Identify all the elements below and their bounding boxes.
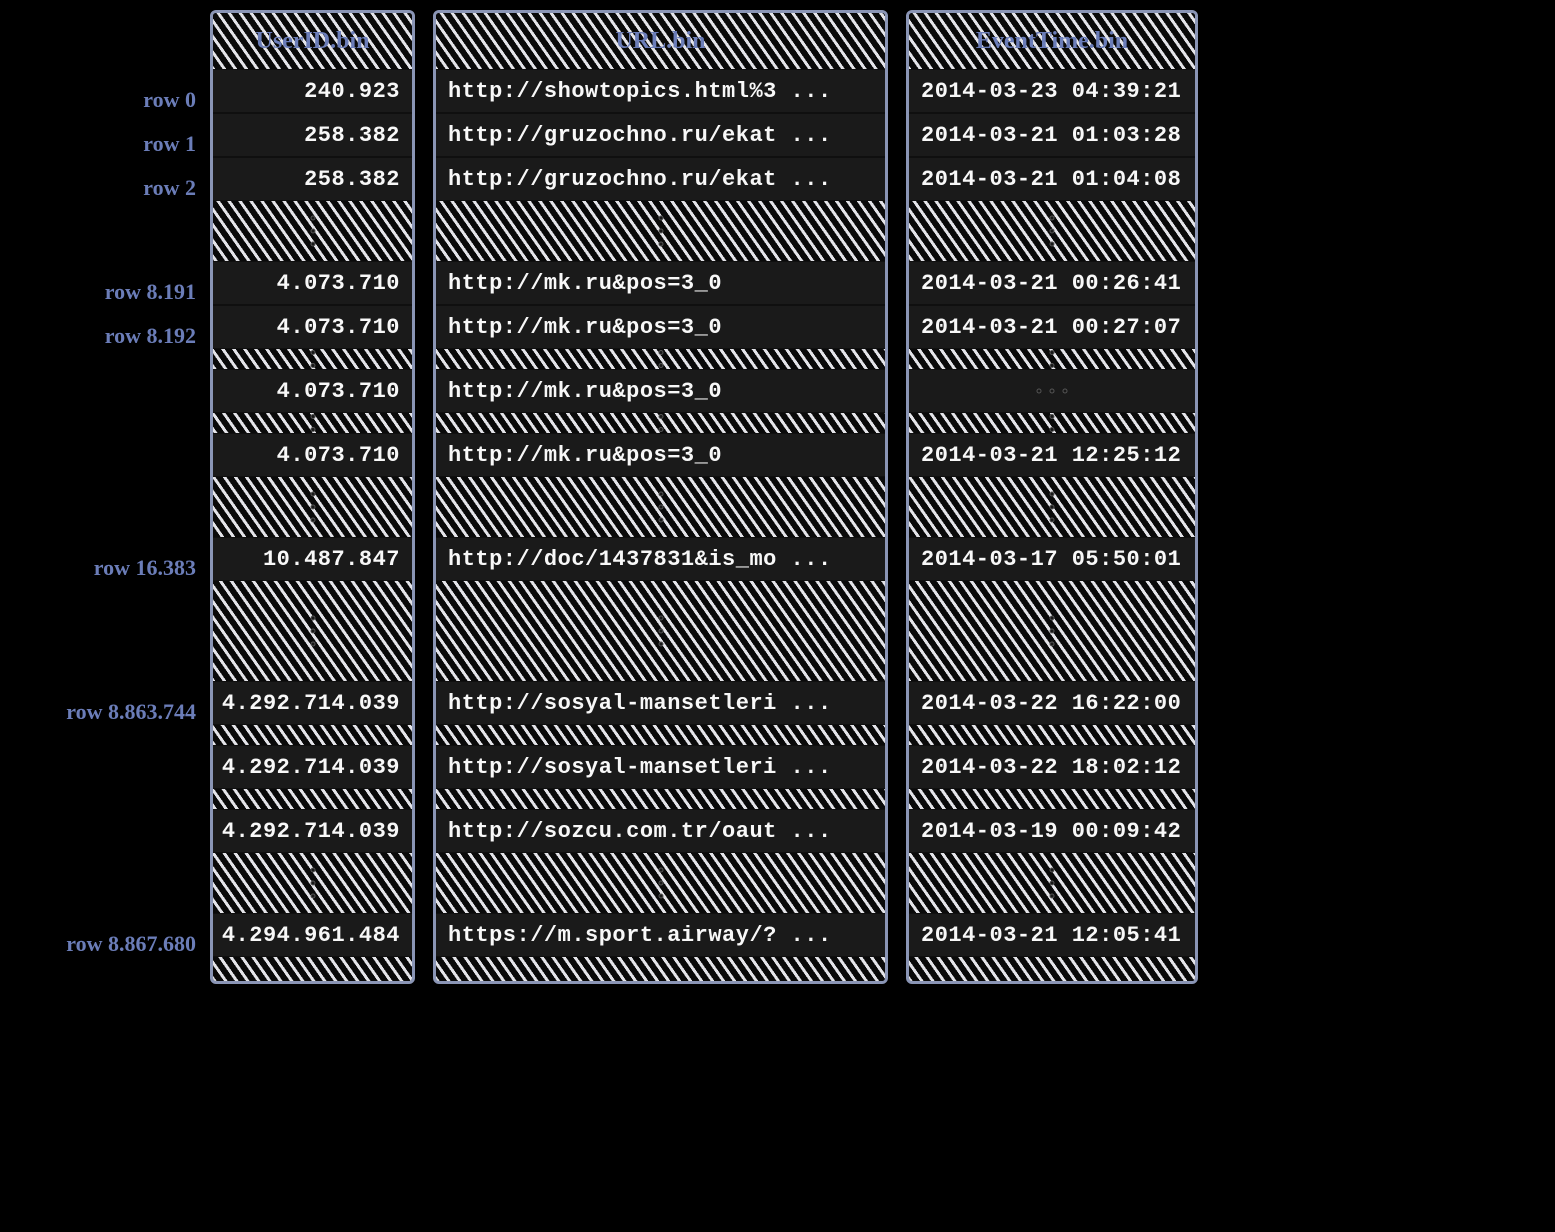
vertical-ellipsis-icon	[1050, 868, 1055, 899]
table-row: 4.073.710	[213, 433, 412, 477]
row-label-16383: row 16.383	[0, 546, 210, 590]
row-label-blank	[0, 754, 210, 798]
vertical-ellipsis-icon	[310, 216, 315, 247]
table-row: http://gruzochno.ru/ekat ...	[436, 113, 885, 157]
table-row: 4.294.961.484	[213, 913, 412, 957]
vertical-ellipsis-icon	[310, 868, 315, 899]
vertical-ellipsis-icon	[658, 350, 663, 368]
row-label-gap	[0, 486, 210, 546]
vertical-ellipsis-icon	[1050, 616, 1055, 647]
row-labels-gutter: row 0 row 1 row 2 row 8.191 row 8.192 ro…	[0, 10, 210, 966]
row-label-blank	[0, 818, 210, 862]
vertical-ellipsis-icon	[658, 216, 663, 247]
table-row: 258.382	[213, 113, 412, 157]
table-row: 2014-03-21 00:26:41	[909, 261, 1195, 305]
table-row: 258.382	[213, 157, 412, 201]
row-label-0: row 0	[0, 78, 210, 122]
table-row: 2014-03-23 04:39:21	[909, 69, 1195, 113]
table-row: http://sosyal-mansetleri ...	[436, 745, 885, 789]
table-row: http://sosyal-mansetleri ...	[436, 681, 885, 725]
table-row: http://mk.ru&pos=3_0	[436, 305, 885, 349]
row-label-1: row 1	[0, 122, 210, 166]
column-userid: UserID.bin 240.923 258.382 258.382 4.073…	[210, 10, 415, 984]
row-label-gap	[0, 422, 210, 442]
row-label-gap	[0, 798, 210, 818]
table-row: http://mk.ru&pos=3_0	[436, 369, 885, 413]
row-label-2: row 2	[0, 166, 210, 210]
horizontal-ellipsis-icon	[1037, 389, 1068, 394]
vertical-ellipsis-icon	[1050, 492, 1055, 523]
table-row: 240.923	[213, 69, 412, 113]
vertical-ellipsis-icon	[1050, 350, 1055, 368]
table-row: http://sozcu.com.tr/oaut ...	[436, 809, 885, 853]
row-label-gap	[0, 862, 210, 922]
vertical-ellipsis-icon	[658, 492, 663, 523]
row-label-blank	[0, 442, 210, 486]
vertical-ellipsis-icon	[1050, 216, 1055, 247]
vertical-ellipsis-icon	[658, 868, 663, 899]
vertical-ellipsis-icon	[310, 414, 315, 432]
vertical-ellipsis-icon	[658, 616, 663, 647]
row-label-gap	[0, 590, 210, 690]
row-label-gap	[0, 210, 210, 270]
table-row: 4.292.714.039	[213, 745, 412, 789]
vertical-ellipsis-icon	[1050, 414, 1055, 432]
table-row: 10.487.847	[213, 537, 412, 581]
row-label-8191: row 8.191	[0, 270, 210, 314]
columns-area: UserID.bin 240.923 258.382 258.382 4.073…	[210, 10, 1198, 984]
row-label-gap	[0, 358, 210, 378]
column-header-eventtime: EventTime.bin	[909, 13, 1195, 69]
table-row: 4.073.710	[213, 305, 412, 349]
table-row: https://m.sport.airway/? ...	[436, 913, 885, 957]
table-row: 2014-03-21 12:05:41	[909, 913, 1195, 957]
table-row: 4.292.714.039	[213, 681, 412, 725]
table-row	[909, 369, 1195, 413]
table-row: http://mk.ru&pos=3_0	[436, 433, 885, 477]
table-row: 4.073.710	[213, 261, 412, 305]
column-url: URL.bin http://showtopics.html%3 ... htt…	[433, 10, 888, 984]
table-row: 2014-03-22 16:22:00	[909, 681, 1195, 725]
row-label-8192: row 8.192	[0, 314, 210, 358]
table-row: http://gruzochno.ru/ekat ...	[436, 157, 885, 201]
table-row: 4.292.714.039	[213, 809, 412, 853]
diagram-root: row 0 row 1 row 2 row 8.191 row 8.192 ro…	[0, 0, 1555, 984]
row-label-8863744: row 8.863.744	[0, 690, 210, 734]
row-label-gap	[0, 734, 210, 754]
table-row: 2014-03-21 00:27:07	[909, 305, 1195, 349]
table-row: http://mk.ru&pos=3_0	[436, 261, 885, 305]
vertical-ellipsis-icon	[310, 350, 315, 368]
vertical-ellipsis-icon	[658, 414, 663, 432]
table-row: 2014-03-21 12:25:12	[909, 433, 1195, 477]
table-row: http://showtopics.html%3 ...	[436, 69, 885, 113]
table-row: 2014-03-21 01:04:08	[909, 157, 1195, 201]
table-row: 4.073.710	[213, 369, 412, 413]
vertical-ellipsis-icon	[310, 616, 315, 647]
vertical-ellipsis-icon	[310, 492, 315, 523]
table-row: 2014-03-19 00:09:42	[909, 809, 1195, 853]
column-header-userid: UserID.bin	[213, 13, 412, 69]
table-row: http://doc/1437831&is_mo ...	[436, 537, 885, 581]
row-label-blank	[0, 378, 210, 422]
table-row: 2014-03-17 05:50:01	[909, 537, 1195, 581]
column-header-url: URL.bin	[436, 13, 885, 69]
table-row: 2014-03-22 18:02:12	[909, 745, 1195, 789]
table-row: 2014-03-21 01:03:28	[909, 113, 1195, 157]
column-eventtime: EventTime.bin 2014-03-23 04:39:21 2014-0…	[906, 10, 1198, 984]
row-label-8867680: row 8.867.680	[0, 922, 210, 966]
